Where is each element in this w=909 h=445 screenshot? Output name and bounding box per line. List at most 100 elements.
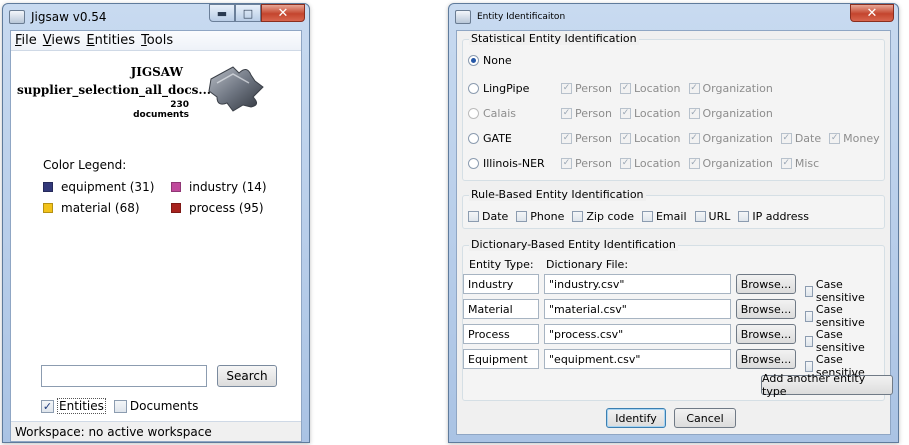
browse-button[interactable]: Browse... [736,324,796,344]
method-row-illinois-ner: Illinois-NER ✓ Person ✓ Location ✓ Organiza… [468,157,827,170]
entities-checkbox-label[interactable]: Entities [57,398,106,414]
search-input[interactable] [41,365,207,387]
rule-phone-option[interactable]: Phone [516,210,564,223]
dictionary-file-field[interactable]: "industry.csv" [544,274,731,294]
legend-label: process (95) [189,201,264,215]
lingpipe-location-option: ✓ Location [619,82,681,95]
case-sensitive-option[interactable]: Case sensitive [805,278,868,304]
dictionary-file-field[interactable]: "equipment.csv" [544,349,731,369]
rule-zip-option[interactable]: Zip code [572,210,634,223]
case-sensitive-option[interactable]: Case sensitive [805,328,868,354]
radio-none[interactable] [468,55,479,66]
case-sensitive-checkbox[interactable] [805,285,813,297]
rule-url-checkbox[interactable] [694,211,706,222]
rule-date-option[interactable]: Date [468,210,508,223]
rule-phone-checkbox[interactable] [516,211,528,222]
cancel-button[interactable]: Cancel [674,408,736,428]
close-icon[interactable]: ✕ [261,4,305,22]
dialog-titlebar[interactable]: Entity Identificaiton ✕ [449,4,898,30]
entity-type-field[interactable]: Material [463,299,539,319]
radio-none-label[interactable]: None [483,54,512,67]
dialog-app-icon [455,10,471,24]
disabled-checkbox: ✓ [688,108,700,119]
disabled-checkbox: ✓ [619,108,631,119]
dictionary-file-field[interactable]: "process.csv" [544,324,731,344]
option-label: Location [633,82,681,95]
lingpipe-person-option: ✓ Person [561,82,612,95]
method-label[interactable]: GATE [483,132,512,145]
entity-type-field[interactable]: Process [463,324,539,344]
statistical-group-label: Statistical Entity Identification [469,32,639,45]
option-label[interactable]: Zip code [586,210,634,223]
radio-gate[interactable]: GATE [468,132,561,145]
status-bar: Workspace: no active workspace [11,421,301,441]
option-label: Misc [794,157,820,170]
dialog-caption-buttons: ✕ [850,4,894,22]
jigsaw-titlebar[interactable]: Jigsaw v0.54 ▬ □ ✕ [3,4,309,30]
identify-button[interactable]: Identify [606,408,666,428]
browse-button[interactable]: Browse... [736,349,796,369]
legend-label: equipment (31) [61,180,155,194]
add-entity-type-button[interactable]: Add another entity type [761,372,893,398]
menu-views[interactable]: Views [43,33,81,48]
option-label[interactable]: URL [709,210,731,223]
rule-based-group-label: Rule-Based Entity Identification [469,188,646,201]
dictionary-file-field[interactable]: "material.csv" [544,299,731,319]
option-label[interactable]: Date [482,210,508,223]
rule-ip-checkbox[interactable] [738,211,750,222]
close-icon[interactable]: ✕ [850,4,894,22]
search-button[interactable]: Search [217,365,277,387]
option-label: Organization [702,157,773,170]
method-label: Calais [483,107,517,120]
menu-tools[interactable]: Tools [141,33,173,48]
case-sensitive-label[interactable]: Case sensitive [816,328,868,354]
maximize-icon[interactable]: □ [235,4,261,22]
documents-checkbox-label[interactable]: Documents [130,399,198,413]
rule-date-checkbox[interactable] [468,211,479,222]
radio-lingpipe[interactable]: LingPipe [468,82,561,95]
rule-zip-checkbox[interactable] [572,211,584,222]
radio-illinois-ner[interactable]: Illinois-NER [468,157,561,170]
option-label: Person [575,132,612,145]
method-label[interactable]: LingPipe [483,82,529,95]
radio-none-row[interactable]: None [468,54,512,67]
menu-entities[interactable]: Entities [86,33,135,48]
option-label: Organization [702,132,773,145]
minimize-icon[interactable]: ▬ [209,4,235,22]
rule-ip-option[interactable]: IP address [738,210,809,223]
browse-button[interactable]: Browse... [736,299,796,319]
entity-type-field[interactable]: Industry [463,274,539,294]
document-count: 230 documents [133,100,189,120]
menu-file[interactable]: File [15,33,37,48]
legend-label: industry (14) [189,180,267,194]
option-label: Date [794,132,822,145]
case-sensitive-checkbox[interactable] [805,310,813,322]
option-label[interactable]: IP address [752,210,809,223]
option-label: Money [843,132,880,145]
case-sensitive-option[interactable]: Case sensitive [805,303,868,329]
case-sensitive-checkbox[interactable] [805,335,813,347]
radio-lingpipe-circle[interactable] [468,83,479,94]
rule-url-option[interactable]: URL [694,210,731,223]
radio-illinois-ner-circle[interactable] [468,158,479,169]
option-label[interactable]: Email [656,210,687,223]
rule-email-checkbox[interactable] [641,211,653,222]
option-label: Person [575,82,612,95]
legend-item-material: material (68) [43,201,140,215]
entities-checkbox[interactable]: ✓ [41,399,54,413]
puzzle-logo-icon [208,66,264,112]
option-label[interactable]: Phone [530,210,564,223]
rule-email-option[interactable]: Email [641,210,687,223]
method-label[interactable]: Illinois-NER [483,157,545,170]
radio-calais: Calais [468,107,561,120]
case-sensitive-checkbox[interactable] [805,360,813,372]
case-sensitive-label[interactable]: Case sensitive [816,278,868,304]
dictionary-group: Dictionary-Based Entity Identification E… [462,238,893,401]
radio-gate-circle[interactable] [468,133,479,144]
jigsaw-client: File Views Entities Tools JIGSAW supplie… [10,30,302,442]
browse-button[interactable]: Browse... [736,274,796,294]
disabled-checkbox: ✓ [829,133,841,144]
documents-checkbox[interactable] [113,399,127,413]
entity-type-field[interactable]: Equipment [463,349,539,369]
case-sensitive-label[interactable]: Case sensitive [816,303,868,329]
